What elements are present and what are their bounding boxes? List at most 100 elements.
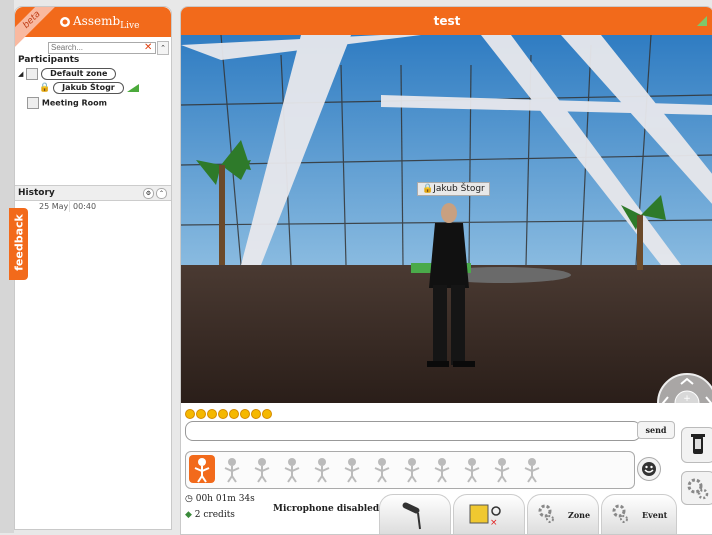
navigation-arrows-icon[interactable]: + − (659, 375, 712, 403)
emoticon-icon[interactable] (207, 409, 217, 419)
zone-label: Zone (568, 510, 591, 520)
tree-item-default-zone[interactable]: ◢ Default zone (18, 68, 117, 80)
gesture-figure-icon (224, 458, 240, 483)
room-checkbox[interactable] (27, 97, 39, 109)
avatar-name: Jakub Štogr (433, 184, 485, 194)
clock-icon: ◷ (185, 494, 193, 504)
assembly-logo-icon (60, 17, 70, 27)
room-panel: test 🔒Jakub Štogr + send ◷ 00h 01m 34s ◆… (180, 6, 712, 535)
emoticon-icon[interactable] (229, 409, 239, 419)
gesture-figure-icon (524, 458, 540, 483)
event-gears-icon (612, 504, 628, 523)
gesture-button[interactable] (249, 455, 275, 483)
gesture-button[interactable] (399, 455, 425, 483)
smiley-icon (642, 462, 656, 476)
sidebar-header: beta AssembLive (15, 7, 171, 50)
credits-display: ◆ 2 credits (185, 510, 235, 520)
gesture-button[interactable] (339, 455, 365, 483)
gesture-button[interactable] (429, 455, 455, 483)
chat-input[interactable] (185, 421, 641, 441)
history-date: 25 May (39, 202, 69, 211)
session-timer: ◷ 00h 01m 34s (185, 494, 255, 504)
credits-value: 2 credits (194, 510, 235, 520)
history-header: History ⚙ ⌃ (15, 185, 171, 201)
emoticon-icon[interactable] (240, 409, 250, 419)
emoticon-icon[interactable] (196, 409, 206, 419)
gears-icon (687, 478, 709, 500)
send-button[interactable]: send (637, 421, 675, 439)
collapse-participants-icon[interactable]: ⌃ (157, 41, 169, 55)
gesture-button[interactable] (309, 455, 335, 483)
zone-gears-icon (538, 504, 554, 523)
participants-search-input[interactable] (48, 42, 156, 54)
zone-checkbox[interactable] (26, 68, 39, 80)
expand-arrow-icon[interactable]: ◢ (18, 70, 23, 78)
timer-value: 00h 01m 34s (195, 494, 255, 504)
document-share-button[interactable]: × (453, 494, 525, 534)
signal-icon (126, 84, 139, 92)
zone-button[interactable]: Zone (527, 494, 599, 534)
feedback-label: feedback (12, 214, 26, 271)
microphone-icon (402, 502, 421, 530)
gesture-figure-icon (494, 458, 510, 483)
gesture-button[interactable] (459, 455, 485, 483)
history-divider (69, 200, 70, 212)
emoticon-picker-button[interactable] (637, 457, 661, 481)
connection-signal-icon (697, 16, 707, 26)
3d-scene-view[interactable]: 🔒Jakub Štogr + − (181, 35, 712, 403)
avatar-nametag[interactable]: 🔒Jakub Štogr (417, 182, 490, 196)
gesture-figure-icon (254, 458, 270, 483)
gesture-figure-icon (344, 458, 360, 483)
gesture-figure-icon (434, 458, 450, 483)
credits-gem-icon: ◆ (185, 510, 192, 520)
scene-render (181, 35, 712, 403)
history-heading: History (18, 188, 55, 198)
emoticon-icon[interactable] (218, 409, 228, 419)
trash-button[interactable] (681, 427, 712, 463)
feedback-tab[interactable]: feedback (9, 208, 28, 280)
room-title: test (181, 7, 712, 35)
tree-item-user[interactable]: 🔒 Jakub Štogr (39, 82, 139, 94)
participants-heading: Participants (18, 55, 80, 65)
gesture-figure-icon (314, 458, 330, 483)
gesture-button[interactable] (279, 455, 305, 483)
gesture-button[interactable] (219, 455, 245, 483)
svg-text:×: × (490, 518, 498, 528)
gesture-figure-icon (464, 458, 480, 483)
microphone-button[interactable] (379, 494, 451, 534)
room-label: Meeting Room (41, 98, 107, 108)
gesture-button[interactable] (189, 455, 215, 483)
settings-button[interactable] (681, 471, 712, 505)
user-label: Jakub Štogr (53, 82, 124, 94)
gesture-figure-icon (194, 458, 210, 483)
tree-item-meeting-room[interactable]: Meeting Room (27, 97, 107, 109)
trash-icon (691, 434, 705, 454)
camera-navigation-control[interactable]: + − (657, 373, 712, 403)
gesture-button[interactable] (369, 455, 395, 483)
microphone-status: Microphone disabled (273, 504, 380, 514)
document-share-icon: × (469, 504, 501, 528)
event-button[interactable]: Event (601, 494, 677, 534)
nametag-lock-icon: 🔒 (422, 184, 434, 194)
emoticon-icon[interactable] (185, 409, 195, 419)
emoticon-icon[interactable] (251, 409, 261, 419)
emoticon-icon[interactable] (262, 409, 272, 419)
event-label: Event (642, 510, 668, 520)
gesture-figure-icon (404, 458, 420, 483)
brand-title: AssembLive (73, 14, 139, 31)
zone-label: Default zone (41, 68, 117, 80)
collapse-history-icon[interactable]: ⌃ (156, 188, 167, 199)
gesture-figure-icon (374, 458, 390, 483)
gesture-button[interactable] (489, 455, 515, 483)
gesture-figure-icon (284, 458, 300, 483)
svg-text:+: + (683, 394, 691, 403)
clear-search-icon[interactable]: ✕ (144, 42, 152, 53)
gesture-bar (185, 451, 635, 489)
brand-sub: Live (120, 21, 140, 31)
history-settings-icon[interactable]: ⚙ (143, 188, 154, 199)
gesture-button[interactable] (519, 455, 545, 483)
history-time: 00:40 (73, 202, 97, 211)
sidebar-panel: beta AssembLive ✕ ⌃ Participants ◢ Defau… (14, 6, 172, 530)
user-lock-icon: 🔒 (39, 83, 51, 93)
brand-name: Assemb (73, 14, 121, 28)
